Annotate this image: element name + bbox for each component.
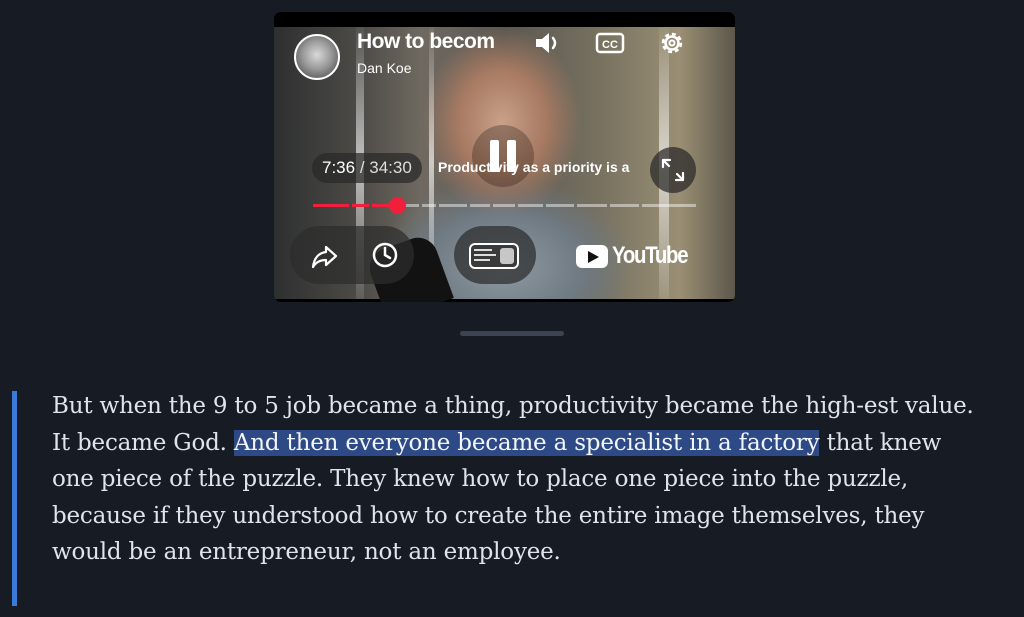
progress-remaining bbox=[577, 204, 607, 207]
youtube-logo[interactable]: YouTube bbox=[576, 242, 701, 270]
channel-name[interactable]: Dan Koe bbox=[357, 60, 411, 76]
fullscreen-icon bbox=[661, 158, 685, 182]
svg-text:CC: CC bbox=[602, 39, 618, 51]
progress-remaining bbox=[493, 204, 515, 207]
progress-remaining bbox=[422, 204, 436, 207]
volume-icon[interactable] bbox=[532, 28, 562, 58]
video-title[interactable]: How to becom bbox=[357, 30, 502, 54]
video-player[interactable]: How to becom Dan Koe CC 7:36 / 34:30 Pro… bbox=[274, 12, 735, 302]
progress-played bbox=[372, 204, 389, 207]
youtube-wordmark: YouTube bbox=[612, 242, 689, 269]
thumbnail-face bbox=[500, 248, 514, 264]
share-icon[interactable] bbox=[310, 241, 340, 271]
current-time: 7:36 bbox=[322, 158, 356, 177]
thumbnail-text-line bbox=[474, 249, 492, 251]
progress-remaining bbox=[518, 204, 543, 207]
drag-handle[interactable] bbox=[460, 331, 564, 336]
progress-remaining bbox=[546, 204, 574, 207]
duration: 34:30 bbox=[369, 158, 412, 177]
thumbnail-text-line bbox=[474, 254, 496, 256]
progress-played bbox=[313, 204, 349, 207]
channel-avatar[interactable] bbox=[294, 34, 340, 80]
clock-icon[interactable] bbox=[370, 240, 400, 270]
gear-icon[interactable] bbox=[657, 28, 687, 58]
thumbnail-text-line bbox=[474, 259, 490, 261]
quote-bar bbox=[12, 391, 17, 606]
progress-remaining bbox=[610, 204, 639, 207]
progress-bar[interactable] bbox=[313, 197, 696, 214]
progress-played bbox=[352, 204, 369, 207]
fullscreen-button[interactable] bbox=[650, 147, 696, 193]
article-paragraph: But when the 9 to 5 job became a thing, … bbox=[52, 388, 982, 571]
related-video-pill[interactable] bbox=[454, 226, 536, 284]
pause-button[interactable] bbox=[472, 125, 534, 187]
chapter-title[interactable]: Productivity as a priority is a bbox=[438, 159, 638, 175]
time-display[interactable]: 7:36 / 34:30 bbox=[312, 153, 422, 183]
highlighted-text[interactable]: And then everyone became a specialist in… bbox=[233, 429, 820, 456]
progress-remaining bbox=[642, 204, 696, 207]
progress-remaining bbox=[439, 204, 467, 207]
progress-remaining bbox=[470, 204, 490, 207]
progress-remaining bbox=[405, 204, 419, 207]
related-video-thumbnail[interactable] bbox=[469, 243, 519, 269]
action-pill bbox=[290, 226, 414, 284]
time-separator: / bbox=[355, 158, 370, 177]
captions-icon[interactable]: CC bbox=[595, 28, 625, 58]
youtube-play-icon bbox=[576, 244, 608, 268]
